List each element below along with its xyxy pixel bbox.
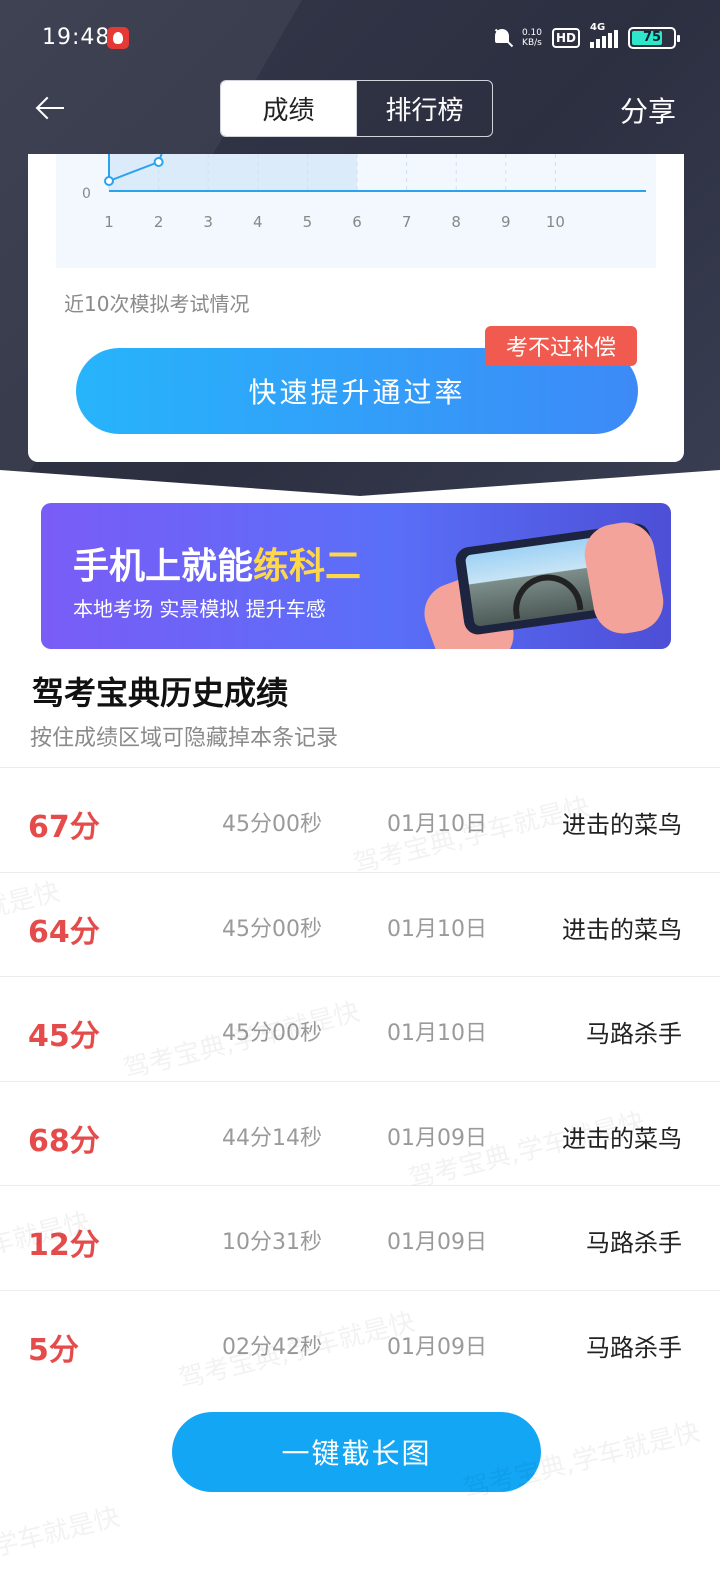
promo-banner[interactable]: 手机上就能练科二 本地考场 实景模拟 提升车感	[41, 503, 671, 649]
chart-x-tick: 6	[352, 213, 362, 231]
record-duration: 45分00秒	[222, 916, 322, 942]
mute-bell-icon	[492, 27, 512, 49]
record-duration: 10分31秒	[222, 1230, 322, 1255]
long-screenshot-button[interactable]: 一键截长图	[172, 1412, 541, 1492]
chart-x-tick: 10	[546, 213, 565, 231]
record-title: 进击的菜鸟	[562, 1124, 682, 1153]
score-chart-svg: 01 2 3 4 5 6 7 8 9 10	[82, 153, 646, 231]
chart-x-tick: 7	[402, 213, 412, 231]
history-row[interactable]: 45分 45分00秒 01月10日 马路杀手	[0, 976, 720, 1081]
banner-title-prefix: 手机上就能	[73, 546, 254, 587]
record-score: 45分	[28, 1019, 100, 1054]
chart-x-tick: 3	[203, 213, 213, 231]
status-bar: 19:48 0.10 KB/s HD 4G 75	[0, 0, 720, 76]
chart-point	[104, 176, 114, 186]
chart-caption: 近10次模拟考试情况	[64, 292, 250, 316]
chart-x-tick: 9	[501, 213, 511, 231]
record-date: 01月09日	[387, 1334, 487, 1360]
record-duration: 45分00秒	[222, 1021, 322, 1046]
record-score: 5分	[28, 1332, 79, 1368]
record-duration: 02分42秒	[222, 1334, 322, 1360]
tab-scores[interactable]: 成绩	[221, 81, 356, 136]
history-row[interactable]: 67分 45分00秒 01月10日 进击的菜鸟	[0, 767, 720, 872]
right-hand-illustration	[579, 517, 669, 639]
record-date: 01月10日	[387, 1021, 487, 1046]
record-title: 进击的菜鸟	[562, 811, 682, 839]
tab-leaderboard[interactable]: 排行榜	[356, 81, 492, 136]
history-row[interactable]: 68分 44分14秒 01月09日 进击的菜鸟	[0, 1080, 720, 1186]
record-date: 01月09日	[387, 1230, 487, 1255]
chart-y-tick: 0	[82, 186, 91, 202]
history-row[interactable]: 64分 45分00秒 01月10日 进击的菜鸟	[0, 871, 720, 977]
fail-compensation-badge: 考不过补偿	[485, 326, 637, 366]
chart-x-tick: 8	[451, 213, 461, 231]
battery-icon: 75	[628, 27, 680, 49]
network-speed-unit: KB/s	[522, 38, 542, 48]
watermark: 驾考宝典,学车就是快	[0, 1502, 123, 1584]
chart-x-tick: 4	[253, 213, 263, 231]
record-score: 12分	[28, 1228, 100, 1263]
record-score: 64分	[28, 914, 100, 950]
history-list: 67分 45分00秒 01月10日 进击的菜鸟 64分 45分00秒 01月10…	[0, 767, 720, 1394]
network-type: 4G	[590, 22, 606, 33]
history-subtitle: 按住成绩区域可隐藏掉本条记录	[30, 726, 339, 751]
record-score: 67分	[28, 810, 100, 845]
banner-title: 手机上就能练科二	[73, 537, 361, 589]
share-button[interactable]: 分享	[620, 90, 676, 130]
network-speed-value: 0.10	[521, 28, 542, 38]
chart-x-tick: 1	[104, 213, 114, 231]
chart-x-tick: 5	[303, 213, 313, 231]
record-duration: 44分14秒	[222, 1125, 322, 1151]
banner-title-highlight: 练科二	[253, 546, 362, 587]
record-title: 进击的菜鸟	[562, 915, 682, 944]
chart-x-tick: 2	[154, 213, 164, 231]
signal-icon: 4G	[590, 22, 618, 48]
history-row[interactable]: 5分 02分42秒 01月09日 马路杀手	[0, 1289, 720, 1395]
status-time: 19:48	[42, 25, 111, 50]
exam-summary-card: 0 1 2 3 4 5 6 7 8 9 10 近10次模拟考试情况 快速提升通过率 考不过补偿	[28, 153, 684, 462]
hd-icon: HD	[551, 28, 580, 48]
back-arrow-icon[interactable]	[36, 92, 68, 124]
chart-point	[153, 157, 164, 167]
app-notification-icon	[107, 27, 129, 49]
tab-switcher: 成绩 排行榜	[220, 80, 493, 137]
record-date: 01月10日	[387, 916, 487, 942]
record-title: 马路杀手	[586, 1229, 682, 1257]
record-title: 马路杀手	[586, 1333, 682, 1362]
score-chart: 0 1 2 3 4 5 6 7 8 9 10	[56, 153, 656, 268]
record-date: 01月09日	[387, 1125, 487, 1151]
record-date: 01月10日	[387, 812, 487, 837]
battery-level: 75	[642, 30, 662, 45]
record-title: 马路杀手	[586, 1020, 682, 1048]
status-icons: 0.10 KB/s HD 4G 75	[492, 22, 680, 52]
chart-shaded-area	[109, 154, 357, 191]
banner-subtitle: 本地考场 实景模拟 提升车感	[73, 597, 326, 621]
record-duration: 45分00秒	[222, 812, 322, 837]
network-speed: 0.10 KB/s	[522, 28, 542, 48]
history-title: 驾考宝典历史成绩	[32, 674, 289, 712]
history-row[interactable]: 12分 10分31秒 01月09日 马路杀手	[0, 1185, 720, 1290]
record-score: 68分	[28, 1123, 100, 1159]
